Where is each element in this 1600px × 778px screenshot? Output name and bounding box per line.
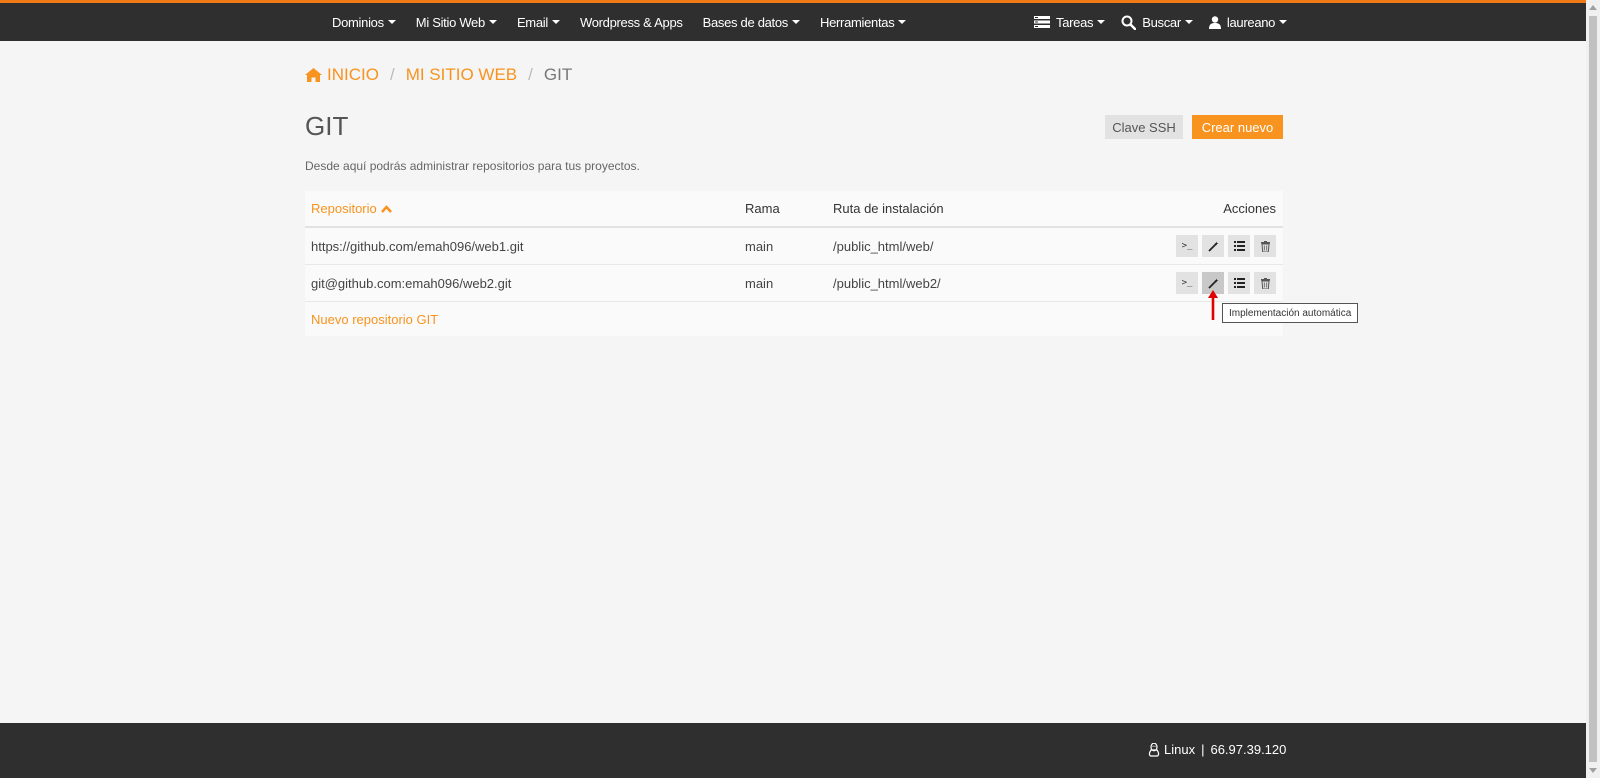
menu-mi-sitio-web-label: Mi Sitio Web: [415, 14, 485, 30]
header-repo-label: Repositorio: [311, 201, 377, 216]
header-path: Ruta de instalación: [833, 201, 944, 216]
repo-branch: main: [745, 275, 774, 291]
details-button[interactable]: [1228, 272, 1250, 294]
breadcrumb-home[interactable]: INICIO: [305, 65, 379, 85]
terminal-button[interactable]: >_: [1176, 235, 1198, 257]
footer-separator: |: [1201, 742, 1205, 757]
menu-herramientas-label: Herramientas: [820, 14, 895, 30]
home-icon: [305, 68, 322, 82]
magic-wand-icon: [1207, 241, 1219, 252]
ssh-key-button[interactable]: Clave SSH: [1105, 115, 1183, 139]
scroll-down-arrow-icon[interactable]: [1589, 768, 1597, 773]
sort-by-repo[interactable]: Repositorio: [311, 201, 745, 216]
menu-tareas-label: Tareas: [1056, 14, 1094, 30]
breadcrumb-separator: /: [528, 65, 533, 84]
repo-url: git@github.com:emah096/web2.git: [311, 275, 512, 291]
menu-user[interactable]: laureano: [1208, 14, 1288, 30]
main-menu: Dominios Mi Sitio Web Email Wordpress & …: [332, 3, 926, 41]
top-navbar: Dominios Mi Sitio Web Email Wordpress & …: [0, 0, 1586, 41]
menu-email[interactable]: Email: [517, 15, 560, 30]
user-menu: Tareas Buscar laureano: [1034, 3, 1303, 41]
caret-down-icon: [488, 20, 497, 24]
menu-buscar[interactable]: Buscar: [1121, 15, 1193, 30]
caret-down-icon: [1184, 20, 1193, 24]
scroll-thumb[interactable]: [1589, 16, 1597, 762]
caret-down-icon: [1279, 20, 1288, 24]
menu-dominios[interactable]: Dominios: [332, 15, 396, 30]
caret-down-icon: [792, 20, 800, 24]
menu-dominios-label: Dominios: [332, 14, 384, 30]
vertical-scrollbar[interactable]: [1586, 0, 1600, 778]
repo-path: /public_html/web2/: [833, 275, 941, 291]
menu-tareas[interactable]: Tareas: [1034, 14, 1106, 30]
tasks-icon: [1034, 16, 1050, 28]
table-row: https://github.com/emah096/web1.git main…: [305, 228, 1283, 265]
scroll-up-arrow-icon[interactable]: [1589, 5, 1597, 10]
menu-wordpress-apps-label: Wordpress & Apps: [579, 14, 683, 30]
repo-branch: main: [745, 238, 774, 254]
menu-email-label: Email: [516, 14, 548, 30]
table-row: git@github.com:emah096/web2.git main /pu…: [305, 265, 1283, 302]
trash-icon: [1260, 277, 1270, 289]
footer: Linux | 66.97.39.120: [0, 723, 1586, 778]
create-new-button[interactable]: Crear nuevo: [1192, 115, 1283, 139]
details-button[interactable]: [1228, 235, 1250, 257]
terminal-icon: >_: [1181, 278, 1193, 288]
row-actions: >_: [1153, 235, 1283, 257]
caret-down-icon: [387, 20, 396, 24]
menu-bases-de-datos[interactable]: Bases de datos: [703, 15, 800, 30]
user-icon: [1208, 15, 1221, 29]
breadcrumb-separator: /: [389, 65, 395, 84]
page-title: GIT: [305, 111, 349, 141]
header-branch: Rama: [745, 201, 780, 216]
search-icon: [1121, 15, 1137, 30]
repo-path: /public_html/web/: [833, 238, 934, 254]
auto-deploy-button[interactable]: [1202, 235, 1224, 257]
delete-button[interactable]: [1254, 272, 1276, 294]
new-repo-row: Nuevo repositorio GIT: [305, 302, 1283, 336]
magic-wand-icon: [1207, 278, 1219, 289]
breadcrumb-current: GIT: [543, 65, 573, 84]
caret-down-icon: [1097, 20, 1106, 24]
terminal-icon: >_: [1181, 241, 1193, 251]
breadcrumb: INICIO / MI SITIO WEB / GIT: [305, 65, 572, 85]
breadcrumb-home-label: INICIO: [327, 65, 379, 84]
page-description: Desde aquí podrás administrar repositori…: [305, 159, 640, 173]
repo-url: https://github.com/emah096/web1.git: [311, 238, 524, 254]
breadcrumb-mi-sitio-web[interactable]: MI SITIO WEB: [406, 65, 517, 85]
header-repo-cell: Repositorio: [305, 201, 745, 216]
list-icon: [1233, 241, 1245, 251]
linux-icon: [1148, 742, 1160, 757]
header-actions: Acciones: [1223, 201, 1276, 216]
list-icon: [1233, 278, 1245, 288]
chevron-up-icon: [380, 204, 392, 213]
new-repo-link[interactable]: Nuevo repositorio GIT: [311, 312, 438, 327]
caret-down-icon: [551, 20, 560, 24]
trash-icon: [1260, 240, 1270, 252]
menu-user-label: laureano: [1226, 14, 1276, 30]
terminal-button[interactable]: >_: [1176, 272, 1198, 294]
delete-button[interactable]: [1254, 235, 1276, 257]
menu-mi-sitio-web[interactable]: Mi Sitio Web: [416, 15, 497, 30]
tooltip-auto-deploy: Implementación automática: [1222, 303, 1359, 323]
caret-down-icon: [898, 20, 907, 24]
red-arrow-annotation: [1208, 290, 1218, 320]
menu-buscar-label: Buscar: [1142, 14, 1181, 30]
menu-herramientas[interactable]: Herramientas: [820, 14, 907, 30]
menu-bases-de-datos-label: Bases de datos: [702, 14, 789, 30]
server-ip: 66.97.39.120: [1210, 742, 1287, 757]
server-info: Linux | 66.97.39.120: [1148, 742, 1286, 757]
menu-wordpress-apps[interactable]: Wordpress & Apps: [580, 15, 683, 30]
repositories-table: Repositorio Rama Ruta de instalación Acc…: [305, 191, 1283, 336]
table-header: Repositorio Rama Ruta de instalación Acc…: [305, 191, 1283, 228]
os-label: Linux: [1164, 742, 1196, 757]
